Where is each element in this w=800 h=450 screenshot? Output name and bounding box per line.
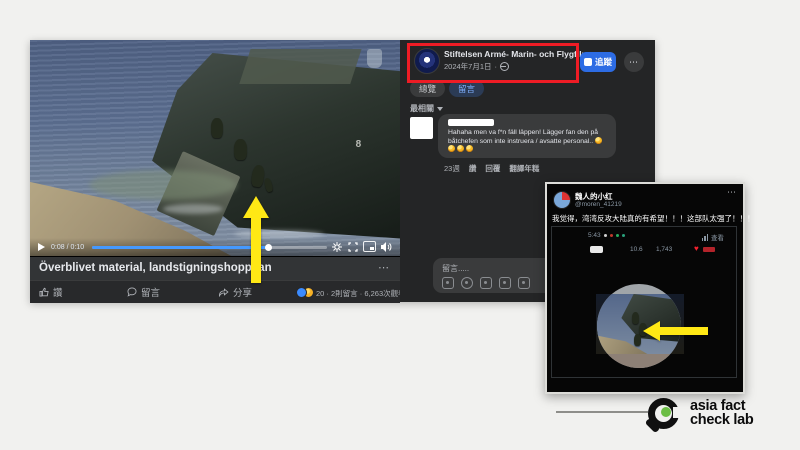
play-icon[interactable]	[38, 243, 45, 251]
meta-dot-icon	[616, 234, 619, 237]
yellow-left-arrow	[643, 321, 708, 341]
logo-rule-line	[556, 411, 648, 413]
post-action-row: 讚 留言 分享 20 · 2則留言 · 6,263次觀看	[30, 280, 400, 303]
follow-icon	[584, 58, 592, 66]
boat-cabin	[239, 49, 361, 84]
repost-stat-1[interactable]: 10.6	[630, 246, 643, 253]
commenter-avatar-redacted	[410, 117, 433, 139]
video-time: 0:08 / 0:10	[51, 244, 84, 251]
repost-text: 我觉得，湾湾反攻大陆真的有希望！！！这部队太强了！！！	[552, 213, 755, 224]
composer-icons	[442, 277, 530, 289]
like-button[interactable]: 讚	[39, 285, 63, 299]
yellow-up-arrow	[243, 196, 269, 283]
sticker-icon[interactable]	[518, 277, 530, 289]
reply-chip-icon[interactable]	[590, 246, 603, 253]
chevron-down-icon	[437, 107, 443, 111]
video-more-icon[interactable]: ⋯	[378, 261, 390, 274]
meta-dot-icon	[604, 234, 607, 237]
comment-text: Hahaha men va f*n fäll läppen! Lägger fa…	[448, 129, 610, 154]
comment-like-link[interactable]: 讚	[469, 163, 477, 174]
thumbs-up-reaction-icon	[296, 287, 307, 298]
meta-dot-icon	[622, 234, 625, 237]
commenter-name-redacted	[448, 119, 494, 126]
green-dot-icon	[661, 407, 671, 417]
comment-button[interactable]: 留言	[127, 285, 160, 299]
repost-stat-2[interactable]: 1,743	[656, 246, 672, 253]
fullscreen-icon[interactable]	[348, 242, 358, 252]
views-bars-icon	[702, 234, 709, 241]
laugh-emoji-icon	[466, 145, 473, 152]
logo-text: asia fact check lab	[690, 399, 753, 427]
laugh-emoji-icon	[457, 145, 464, 152]
post-stats[interactable]: 20 · 2則留言 · 6,263次觀看	[316, 288, 406, 299]
comment-meta: 23週 讚 回覆 翻譯年糕	[444, 163, 539, 174]
repost-handle: @moren_41219	[575, 201, 622, 208]
video-player[interactable]: 8 0:08 / 0:10	[30, 40, 400, 256]
meta-dot-icon	[610, 234, 613, 237]
repost-more-icon[interactable]: ⋯	[727, 187, 737, 198]
follow-button[interactable]: 追蹤	[580, 52, 616, 72]
heart-icon[interactable]: ♥	[694, 245, 699, 253]
repost-avatar[interactable]	[553, 191, 571, 209]
comment-bubble: Hahaha men va f*n fäll läppen! Lägger fa…	[438, 114, 616, 158]
video-title-bar: Överblivet material, landstigningshoppsa…	[30, 256, 400, 281]
comment-translate-link[interactable]: 翻譯年糕	[509, 163, 539, 174]
repost-views[interactable]: 查看	[702, 232, 725, 242]
laugh-emoji-icon	[448, 145, 455, 152]
soldier	[211, 118, 223, 138]
pip-icon[interactable]	[363, 241, 376, 252]
laugh-emoji-icon	[595, 137, 602, 144]
liked-count-redbar	[703, 247, 715, 252]
mini-soldier	[634, 334, 641, 346]
soldier	[234, 139, 247, 160]
repost-meta: 5:43	[588, 232, 625, 239]
repost-media-box: 5:43 查看 10.6 1,743 ♥	[551, 226, 737, 378]
avatar-sticker-icon[interactable]	[442, 277, 454, 289]
share-button[interactable]: 分享	[218, 285, 252, 299]
camera-icon[interactable]	[480, 277, 492, 289]
circle-bottom-arc	[597, 354, 681, 368]
comment-reply-link[interactable]: 回覆	[485, 163, 500, 174]
share-arrow-icon	[218, 287, 229, 297]
thumbs-up-icon	[39, 287, 49, 297]
comment-bubble-icon	[127, 287, 137, 297]
gif-icon[interactable]	[499, 277, 511, 289]
shallow-water	[89, 170, 237, 200]
afcl-logo: asia fact check lab	[648, 397, 778, 437]
volume-icon[interactable]	[381, 242, 392, 252]
post-more-button[interactable]: ⋯	[624, 52, 644, 72]
repost-screenshot: 魏人的小红 @moren_41219 ⋯ 我觉得，湾湾反攻大陆真的有希望！！！这…	[545, 182, 745, 394]
video-title: Överblivet material, landstigningshoppsa…	[39, 262, 272, 274]
hull-marking: 8	[356, 139, 362, 150]
comment-time: 23週	[444, 163, 460, 174]
composer-placeholder: 留言.....	[442, 263, 469, 274]
seek-bar-fill	[92, 246, 268, 249]
red-annotation-box	[407, 43, 579, 83]
magnifier-gap	[673, 407, 682, 418]
settings-gear-icon[interactable]	[332, 242, 342, 252]
emoji-icon[interactable]	[461, 277, 473, 289]
sort-dropdown[interactable]: 最相關	[410, 103, 443, 114]
crest-watermark-icon	[367, 49, 382, 68]
fact-check-graphic: 8 0:08 / 0:10 Överblivet material, lands…	[0, 0, 800, 450]
mini-soldier	[632, 312, 639, 324]
